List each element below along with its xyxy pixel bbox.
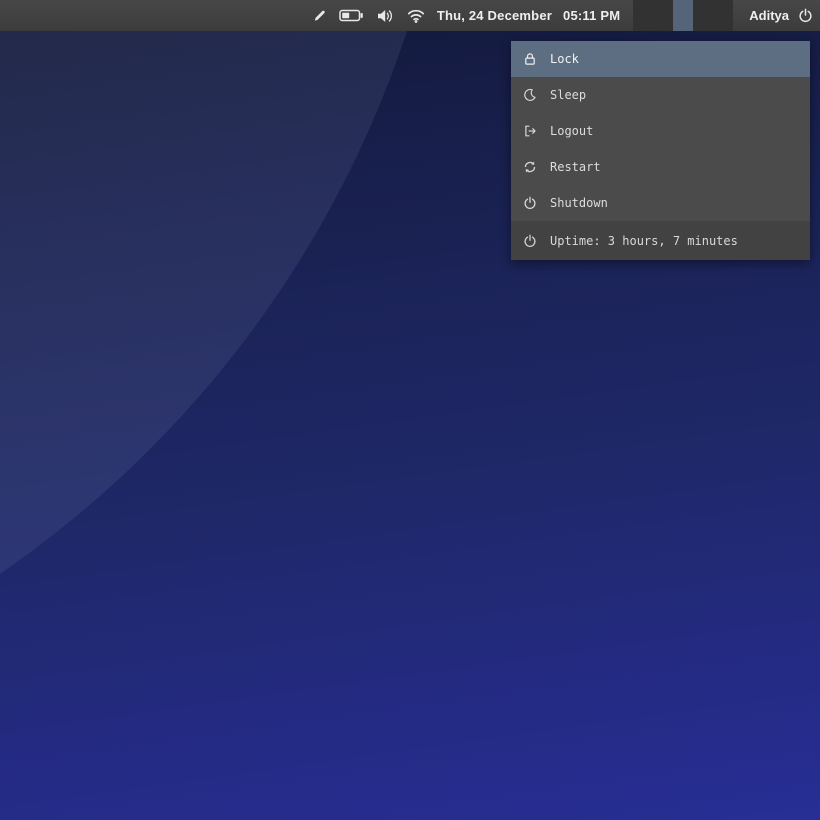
- wallpaper-arc-shape: [0, 0, 460, 760]
- wifi-icon[interactable]: [407, 9, 425, 23]
- menu-item-restart[interactable]: Restart: [511, 149, 810, 185]
- uptime-row: Uptime: 3 hours, 7 minutes: [511, 221, 810, 260]
- lock-icon: [522, 52, 537, 67]
- volume-icon[interactable]: [376, 8, 395, 24]
- workspace-3[interactable]: [673, 0, 693, 31]
- panel-clock[interactable]: Thu, 24 December 05:11 PM: [437, 8, 620, 23]
- power-icon: [522, 233, 537, 248]
- workspace-1[interactable]: [633, 0, 653, 31]
- power-menu: Lock Sleep Logout Resta: [511, 41, 810, 260]
- top-panel: Thu, 24 December 05:11 PM Aditya: [0, 0, 820, 31]
- status-icon-tray: [312, 8, 425, 24]
- menu-item-label: Restart: [550, 160, 601, 174]
- clock-date: Thu, 24 December: [437, 8, 552, 23]
- power-icon[interactable]: [798, 8, 813, 23]
- workspace-switcher: [633, 0, 733, 31]
- menu-item-logout[interactable]: Logout: [511, 113, 810, 149]
- menu-item-label: Sleep: [550, 88, 586, 102]
- clock-time: 05:11 PM: [563, 8, 620, 23]
- uptime-label: Uptime: 3 hours, 7 minutes: [550, 234, 738, 248]
- menu-item-lock[interactable]: Lock: [511, 41, 810, 77]
- battery-icon[interactable]: [339, 8, 364, 23]
- logout-icon: [522, 124, 537, 139]
- workspace-2[interactable]: [653, 0, 673, 31]
- menu-item-label: Lock: [550, 52, 579, 66]
- power-icon: [522, 196, 537, 211]
- username-label[interactable]: Aditya: [749, 8, 789, 23]
- workspace-5[interactable]: [713, 0, 733, 31]
- menu-item-shutdown[interactable]: Shutdown: [511, 185, 810, 221]
- menu-item-sleep[interactable]: Sleep: [511, 77, 810, 113]
- menu-item-label: Shutdown: [550, 196, 608, 210]
- menu-item-label: Logout: [550, 124, 593, 138]
- restart-icon: [522, 160, 537, 175]
- workspace-4[interactable]: [693, 0, 713, 31]
- moon-icon: [522, 88, 537, 103]
- pencil-icon[interactable]: [312, 8, 327, 23]
